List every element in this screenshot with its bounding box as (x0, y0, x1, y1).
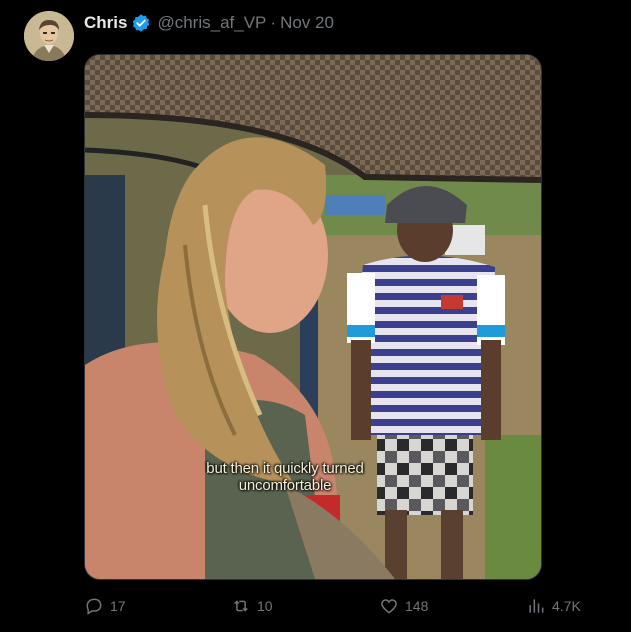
like-count: 148 (405, 598, 429, 614)
repost-button[interactable]: 10 (231, 594, 273, 618)
video-frame (85, 55, 541, 579)
author-handle[interactable]: @chris_af_VP (157, 13, 266, 33)
views-chart-icon (529, 599, 544, 613)
repost-count: 10 (257, 598, 273, 614)
repost-icon (234, 600, 248, 612)
video-caption-line-1: but then it quickly turned (206, 460, 364, 477)
author-name[interactable]: Chris (84, 13, 127, 33)
like-button[interactable]: 148 (379, 594, 428, 618)
tweet-actions: 17 10 148 4.7K (84, 594, 604, 618)
heart-icon (381, 599, 397, 614)
author-avatar[interactable] (24, 11, 74, 61)
video-caption-line-2: uncomfortable (238, 477, 332, 494)
view-count: 4.7K (552, 598, 581, 614)
avatar-illustration (24, 11, 74, 61)
views-button[interactable]: 4.7K (526, 594, 581, 618)
video-player[interactable]: but then it quickly turned uncomfortable (84, 54, 542, 580)
tweet-date[interactable]: Nov 20 (280, 13, 334, 33)
tweet-header: Chris @chris_af_VP · Nov 20 (84, 12, 334, 34)
reply-button[interactable]: 17 (84, 594, 126, 618)
verified-badge-icon (131, 13, 151, 33)
reply-icon (86, 598, 102, 615)
video-caption: but then it quickly turned uncomfortable (155, 460, 415, 494)
separator-dot: · (270, 13, 277, 32)
reply-count: 17 (110, 598, 126, 614)
